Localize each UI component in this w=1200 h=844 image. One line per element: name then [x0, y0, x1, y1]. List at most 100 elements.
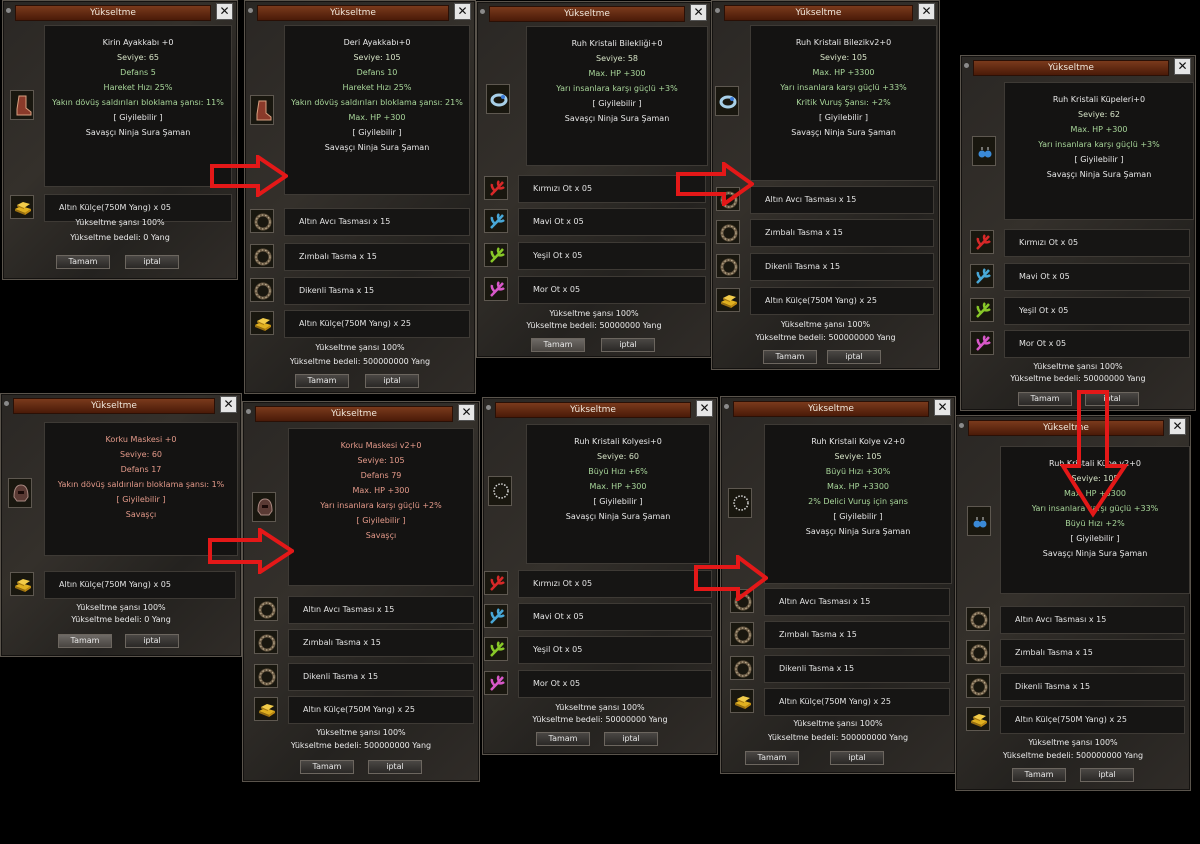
cancel-button[interactable]: iptal — [125, 255, 179, 269]
material-requirement: Mor Ot x 05 — [518, 670, 712, 698]
window-title[interactable]: Yükseltme — [733, 401, 929, 417]
collar-icon — [253, 212, 273, 232]
blue-herb-icon — [973, 267, 993, 287]
material-slot[interactable] — [716, 288, 740, 312]
confirm-button[interactable]: Tamam — [295, 374, 349, 388]
material-slot[interactable] — [970, 264, 994, 288]
confirm-button[interactable]: Tamam — [1012, 768, 1066, 782]
close-button[interactable]: ✕ — [216, 3, 233, 20]
close-button[interactable]: ✕ — [458, 404, 475, 421]
material-slot[interactable] — [970, 230, 994, 254]
window-title[interactable]: Yükseltme — [257, 5, 449, 21]
window-title[interactable]: Yükseltme — [15, 5, 211, 21]
confirm-button[interactable]: Tamam — [300, 760, 354, 774]
earring-icon — [970, 509, 990, 535]
material-slot[interactable] — [484, 637, 508, 661]
material-slot[interactable] — [484, 176, 508, 200]
close-button[interactable]: ✕ — [918, 3, 935, 20]
material-slot[interactable] — [254, 597, 278, 621]
upgrade-cost: Yükseltme bedeli: 500000000 Yang — [767, 733, 909, 742]
material-slot[interactable] — [10, 572, 34, 596]
material-slot[interactable] — [970, 331, 994, 355]
material-slot[interactable] — [254, 664, 278, 688]
window-title[interactable]: Yükseltme — [489, 6, 685, 22]
material-requirement: Zımbalı Tasma x 15 — [1000, 639, 1185, 667]
item-tooltip: Korku Maskesi v2+0 Seviye: 105 Defans 79 Ma… — [288, 428, 474, 586]
material-slot[interactable] — [484, 671, 508, 695]
confirm-button[interactable]: Tamam — [58, 634, 112, 648]
cancel-button[interactable]: iptal — [604, 732, 658, 746]
material-slot[interactable] — [966, 640, 990, 664]
close-button[interactable]: ✕ — [690, 4, 707, 21]
item-slot[interactable] — [486, 84, 510, 114]
material-slot[interactable] — [484, 604, 508, 628]
material-slot[interactable] — [966, 674, 990, 698]
material-slot[interactable] — [730, 622, 754, 646]
item-stat-line: Defans 10 — [356, 68, 398, 77]
close-button[interactable]: ✕ — [1174, 58, 1191, 75]
material-slot[interactable] — [716, 254, 740, 278]
item-slot[interactable] — [488, 476, 512, 506]
item-tooltip: Ruh Kristali Bilezikv2+0 Seviye: 105 Max. … — [750, 25, 937, 181]
material-slot[interactable] — [250, 311, 274, 335]
window-title[interactable]: Yükseltme — [255, 406, 453, 422]
material-slot[interactable] — [254, 630, 278, 654]
item-name: Ruh Kristali Bilezikv2+0 — [795, 38, 892, 47]
window-pin-icon — [246, 409, 251, 414]
material-slot[interactable] — [970, 298, 994, 322]
material-slot[interactable] — [484, 571, 508, 595]
material-slot[interactable] — [254, 697, 278, 721]
material-slot[interactable] — [730, 656, 754, 680]
close-button[interactable]: ✕ — [1169, 418, 1186, 435]
material-slot[interactable] — [250, 278, 274, 302]
confirm-button[interactable]: Tamam — [531, 338, 585, 352]
cancel-button[interactable]: iptal — [365, 374, 419, 388]
material-slot[interactable] — [484, 277, 508, 301]
close-button[interactable]: ✕ — [454, 3, 471, 20]
window-title[interactable]: Yükseltme — [495, 402, 691, 418]
material-slot[interactable] — [966, 607, 990, 631]
confirm-button[interactable]: Tamam — [763, 350, 817, 364]
window-title[interactable]: Yükseltme — [973, 60, 1169, 76]
material-slot[interactable] — [250, 244, 274, 268]
material-slot[interactable] — [716, 220, 740, 244]
material-requirement: Altın Külçe(750M Yang) x 25 — [1000, 706, 1185, 734]
material-slot[interactable] — [730, 689, 754, 713]
item-stat-line: 2% Delici Vuruş için şans — [808, 497, 908, 506]
item-slot[interactable] — [972, 136, 996, 166]
item-slot[interactable] — [967, 506, 991, 536]
item-stat-line: [ Giyilebilir ] — [1074, 155, 1124, 164]
item-slot[interactable] — [10, 90, 34, 120]
window-title[interactable]: Yükseltme — [724, 5, 913, 21]
item-slot[interactable] — [252, 492, 276, 522]
window-pin-icon — [715, 8, 720, 13]
gold-bar-icon — [719, 291, 739, 311]
cancel-button[interactable]: iptal — [830, 751, 884, 765]
item-slot[interactable] — [8, 478, 32, 508]
material-slot[interactable] — [484, 209, 508, 233]
item-slot[interactable] — [250, 95, 274, 125]
cancel-button[interactable]: iptal — [601, 338, 655, 352]
material-slot[interactable] — [250, 209, 274, 233]
item-stat-line: Defans 5 — [120, 68, 156, 77]
confirm-button[interactable]: Tamam — [536, 732, 590, 746]
cancel-button[interactable]: iptal — [368, 760, 422, 774]
cancel-button[interactable]: iptal — [827, 350, 881, 364]
confirm-button[interactable]: Tamam — [745, 751, 799, 765]
window-title[interactable]: Yükseltme — [13, 398, 215, 414]
cancel-button[interactable]: iptal — [1080, 768, 1134, 782]
cancel-button[interactable]: iptal — [125, 634, 179, 648]
gold-bar-icon — [13, 575, 33, 595]
close-button[interactable]: ✕ — [934, 399, 951, 416]
item-slot[interactable] — [728, 488, 752, 518]
item-tooltip: Ruh Kristali Bilekliği+0 Seviye: 58 Max. H… — [526, 26, 708, 166]
upgrade-chance: Yükseltme şansı 100% — [793, 719, 883, 728]
confirm-button[interactable]: Tamam — [56, 255, 110, 269]
material-slot[interactable] — [966, 707, 990, 731]
material-requirement: Altın Külçe(750M Yang) x 25 — [764, 688, 950, 716]
close-button[interactable]: ✕ — [220, 396, 237, 413]
material-slot[interactable] — [484, 243, 508, 267]
material-slot[interactable] — [10, 195, 34, 219]
item-slot[interactable] — [715, 86, 739, 116]
close-button[interactable]: ✕ — [696, 400, 713, 417]
